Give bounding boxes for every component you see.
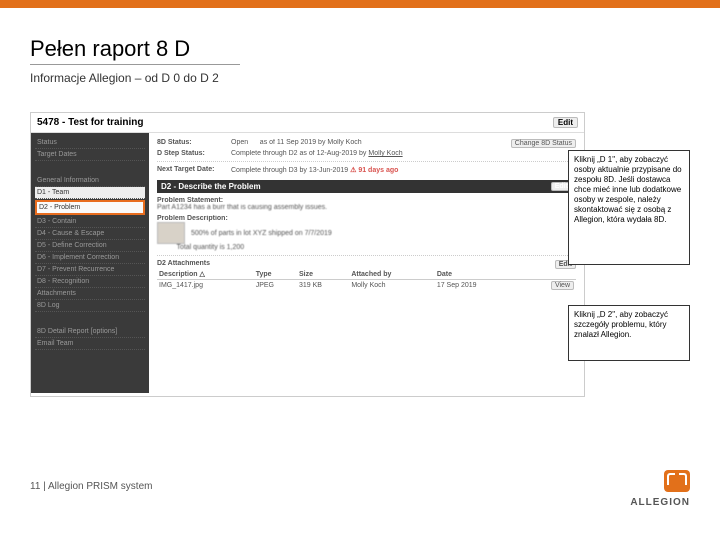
logo-icon	[664, 470, 690, 492]
cell-by: Molly Koch	[349, 280, 435, 292]
nav-general[interactable]: General Information	[35, 175, 145, 187]
view-button[interactable]: View	[551, 281, 574, 290]
step-status-value: Complete through D2 as of 12-Aug-2019 by…	[231, 150, 576, 157]
nav-d5[interactable]: D5 - Define Correction	[35, 240, 145, 252]
nav-d4[interactable]: D4 - Cause & Escape	[35, 228, 145, 240]
cell-type: JPEG	[254, 280, 297, 292]
col-size[interactable]: Size	[297, 269, 349, 280]
app-screenshot: 5478 - Test for training Edit Status Tar…	[30, 112, 585, 397]
status-label: 8D Status:	[157, 139, 227, 148]
logo-text: ALLEGION	[630, 497, 690, 508]
table-header-row: Description △ Type Size Attached by Date	[157, 269, 576, 280]
slide-title: Pełen raport 8 D	[30, 36, 690, 62]
status-value: Open as of 11 Sep 2019 by Molly Koch	[231, 139, 505, 148]
slide-footer: 11 | Allegion PRISM system	[30, 481, 152, 492]
nav-spacer	[35, 161, 145, 175]
sidebar-nav: Status Target Dates General Information …	[31, 133, 149, 393]
accent-bar	[0, 0, 720, 8]
next-target-value: Complete through D3 by 13-Jun-2019 ⚠ 91 …	[231, 166, 576, 174]
record-title: 5478 - Test for training	[37, 117, 144, 128]
nav-spacer	[35, 312, 145, 326]
cell-date: 17 Sep 2019	[435, 280, 520, 292]
nav-d6[interactable]: D6 - Implement Correction	[35, 252, 145, 264]
problem-description-value: 500% of parts in lot XYZ shipped on 7/7/…	[157, 222, 576, 251]
nav-detail-report[interactable]: 8D Detail Report [options]	[35, 326, 145, 338]
nav-target-dates[interactable]: Target Dates	[35, 149, 145, 161]
change-status-button[interactable]: Change 8D Status	[511, 139, 576, 148]
col-type[interactable]: Type	[254, 269, 297, 280]
attachments-header: D2 Attachments Edit	[157, 260, 576, 267]
allegion-logo: ALLEGION	[630, 470, 690, 508]
content-panel: 8D Status: Open as of 11 Sep 2019 by Mol…	[149, 133, 584, 393]
nav-d1[interactable]: D1 - Team	[35, 187, 145, 199]
problem-description-label: Problem Description:	[157, 215, 576, 222]
slide-subtitle: Informacje Allegion – od D 0 do D 2	[30, 71, 690, 85]
edit-button[interactable]: Edit	[553, 117, 578, 128]
col-description[interactable]: Description △	[157, 269, 254, 280]
col-date[interactable]: Date	[435, 269, 520, 280]
nav-d3[interactable]: D3 - Contain	[35, 216, 145, 228]
nav-log[interactable]: 8D Log	[35, 300, 145, 312]
nav-d2[interactable]: D2 - Problem	[35, 200, 145, 215]
attachments-table: Description △ Type Size Attached by Date…	[157, 269, 576, 291]
nav-status[interactable]: Status	[35, 137, 145, 149]
nav-attachments[interactable]: Attachments	[35, 288, 145, 300]
nav-d7[interactable]: D7 - Prevent Recurrence	[35, 264, 145, 276]
nav-d8[interactable]: D8 - Recognition	[35, 276, 145, 288]
slide: Pełen raport 8 D Informacje Allegion – o…	[0, 0, 720, 540]
overdue-warning: ⚠ 91 days ago	[350, 167, 398, 174]
d2-section-header: D2 - Describe the Problem Edit	[157, 180, 576, 193]
problem-statement-label: Problem Statement:	[157, 197, 576, 204]
table-row: IMG_1417.jpg JPEG 319 KB Molly Koch 17 S…	[157, 280, 576, 292]
callout-d2: Kliknij „D 2", aby zobaczyć szczegóły pr…	[568, 305, 690, 361]
cell-description: IMG_1417.jpg	[157, 280, 254, 292]
record-header: 5478 - Test for training Edit	[31, 113, 584, 133]
step-status-label: D Step Status:	[157, 150, 227, 157]
col-attached-by[interactable]: Attached by	[349, 269, 435, 280]
callout-d1: Kliknij „D 1", aby zobaczyć osoby aktual…	[568, 150, 690, 265]
title-underline	[30, 64, 240, 65]
problem-statement-value: Part A1234 has a burr that is causing as…	[157, 204, 576, 211]
cell-size: 319 KB	[297, 280, 349, 292]
thumbnail-image	[157, 222, 185, 244]
nav-email-team[interactable]: Email Team	[35, 338, 145, 350]
next-target-label: Next Target Date:	[157, 166, 227, 174]
